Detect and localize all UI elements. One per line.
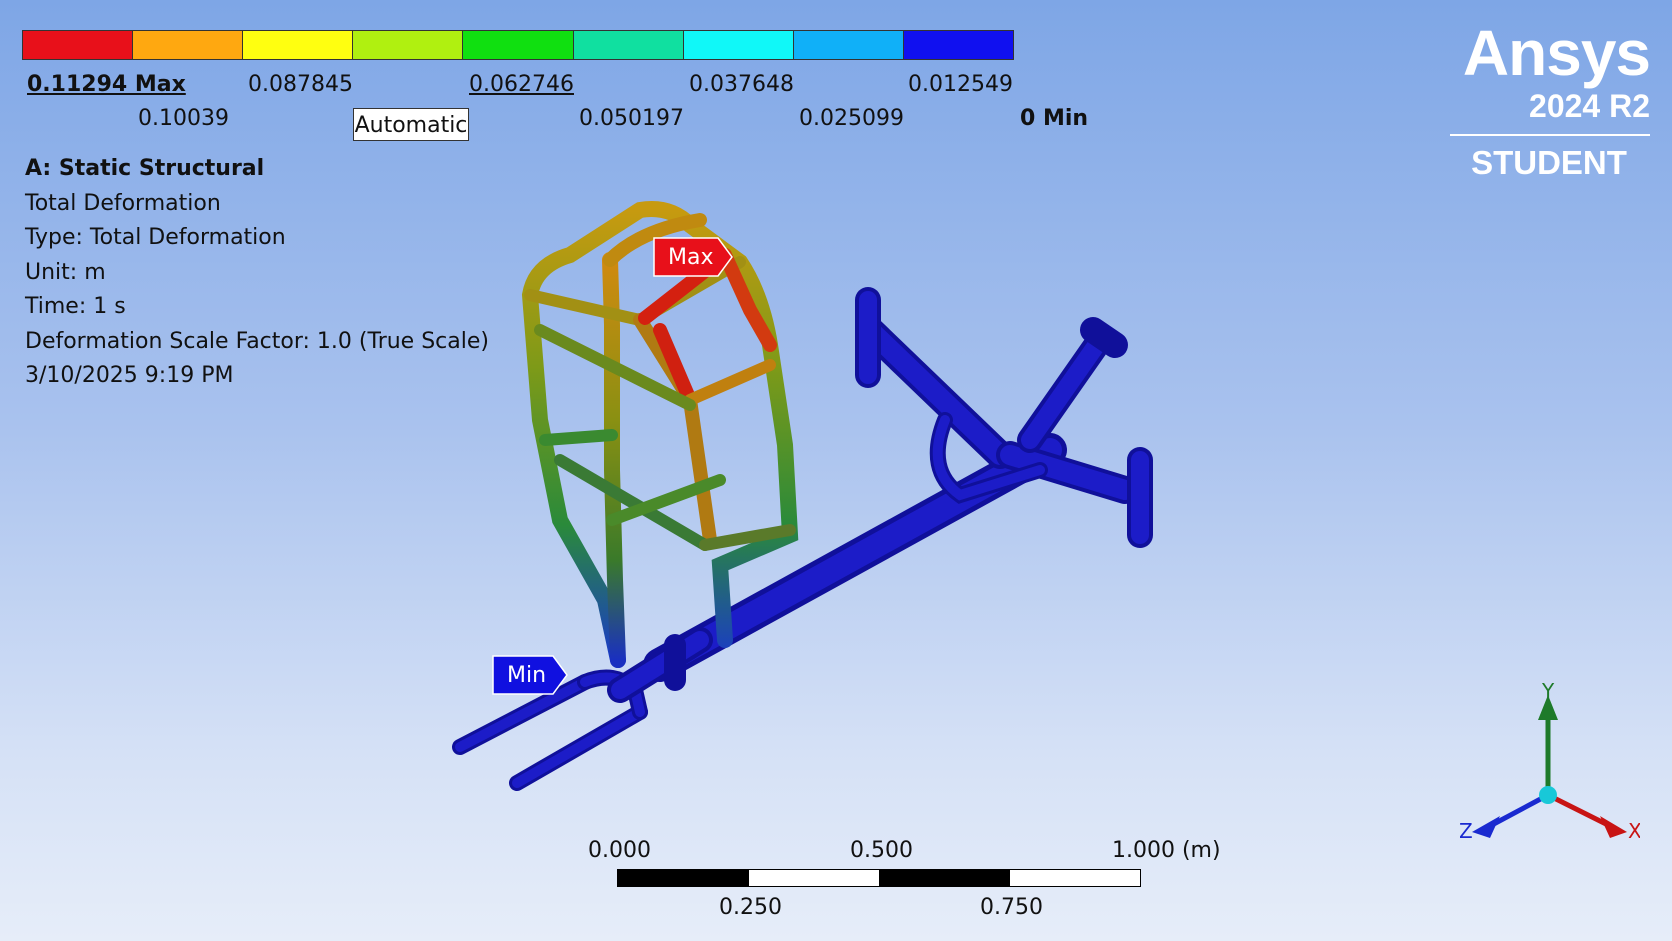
scale-label: 0.250 [719, 895, 782, 920]
scale-label: 0.750 [980, 895, 1043, 920]
min-probe-label[interactable]: Min [497, 658, 556, 694]
scale-label: 1.000 (m) [1112, 838, 1221, 863]
max-probe-label[interactable]: Max [658, 240, 723, 276]
scale-label: 0.500 [850, 838, 913, 863]
y-axis-label: Y [1541, 680, 1555, 703]
scale-label: 0.000 [588, 838, 651, 863]
z-axis-label: Z [1460, 819, 1473, 843]
z-axis [1488, 792, 1550, 829]
frame-chassis [452, 201, 1153, 791]
model-viewport[interactable] [0, 0, 1672, 941]
scale-bar [617, 869, 1141, 887]
x-axis-label: X [1628, 819, 1640, 843]
scale-segment [1009, 870, 1140, 886]
scale-segment [879, 870, 1010, 886]
x-axis [1546, 792, 1612, 829]
scale-segment [618, 870, 749, 886]
z-arrow-icon [1472, 816, 1500, 838]
axis-triad[interactable]: Y X Z [1460, 680, 1640, 850]
scale-segment [748, 870, 879, 886]
x-arrow-icon [1600, 816, 1627, 838]
triad-origin [1539, 786, 1557, 804]
